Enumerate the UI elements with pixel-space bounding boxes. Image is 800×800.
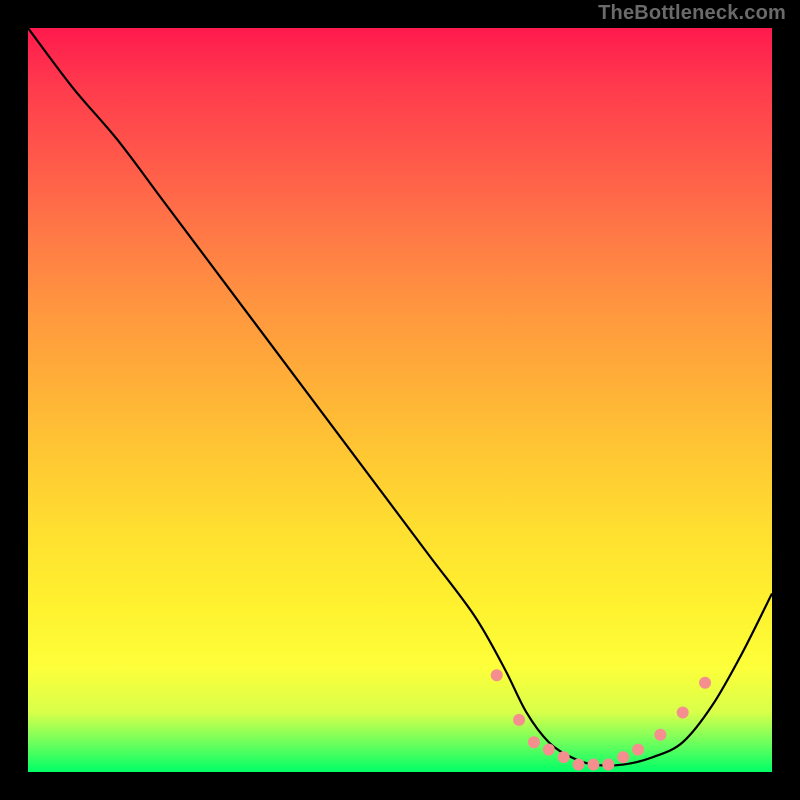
optimal-marker (513, 714, 525, 726)
watermark-label: TheBottleneck.com (598, 2, 786, 25)
bottleneck-curve (28, 28, 772, 765)
optimal-marker (587, 759, 599, 771)
optimal-marker (699, 677, 711, 689)
optimal-marker (543, 744, 555, 756)
optimal-marker (632, 744, 644, 756)
optimal-marker (617, 751, 629, 763)
optimal-marker (558, 751, 570, 763)
optimal-marker (654, 729, 666, 741)
optimal-marker (491, 669, 503, 681)
chart-plot-area (28, 28, 772, 772)
optimal-marker (677, 706, 689, 718)
curve-svg (28, 28, 772, 772)
chart-frame: TheBottleneck.com (0, 0, 800, 800)
optimal-marker (573, 759, 585, 771)
optimal-marker (602, 759, 614, 771)
optimal-marker (528, 736, 540, 748)
